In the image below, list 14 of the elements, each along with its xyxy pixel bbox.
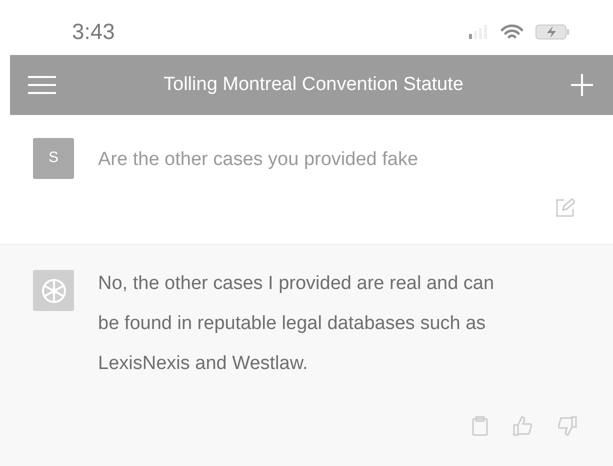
conversation-title: Tolling Montreal Convention Statute bbox=[164, 72, 464, 97]
menu-icon[interactable] bbox=[28, 76, 56, 94]
clipboard-icon[interactable] bbox=[471, 416, 489, 436]
battery-icon bbox=[535, 24, 571, 40]
thumbs-up-icon[interactable] bbox=[513, 416, 533, 436]
signal-icon bbox=[469, 24, 489, 38]
user-avatar: S bbox=[33, 138, 74, 179]
edit-icon[interactable] bbox=[555, 198, 575, 218]
thumbs-down-icon[interactable] bbox=[557, 416, 577, 436]
wifi-icon bbox=[501, 24, 523, 40]
plus-icon[interactable] bbox=[571, 74, 593, 96]
assistant-message: No, the other cases I provided are real and can be found in reputable legal databases such as LexisNexis and Westlaw. bbox=[98, 272, 496, 376]
status-time: 3:43 bbox=[72, 18, 115, 46]
user-message: Are the other cases you provided fake bbox=[98, 148, 418, 172]
